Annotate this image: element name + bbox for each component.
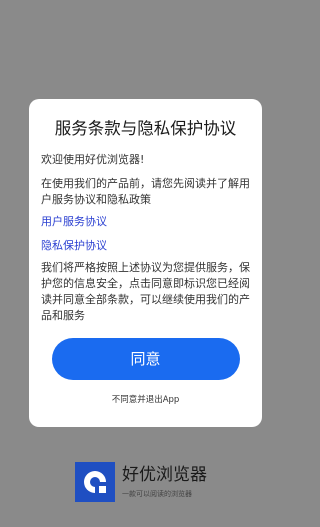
decline-exit-link[interactable]: 不同意并退出App <box>41 394 250 406</box>
app-name: 好优浏览器 <box>122 465 207 485</box>
promise-text: 我们将严格按照上述协议为您提供服务，保护您的信息安全，点击同意即标识您已经阅读并… <box>41 261 250 322</box>
privacy-policy-link[interactable]: 隐私保护协议 <box>41 238 250 254</box>
dialog-title: 服务条款与隐私保护协议 <box>54 119 237 138</box>
intro-text: 在使用我们的产品前，请您先阅读并了解用户服务协议和隐私政策 <box>41 177 250 206</box>
user-agreement-link[interactable]: 用户服务协议 <box>41 214 250 230</box>
app-slogan: 一款可以阅读的浏览器 <box>122 490 192 498</box>
welcome-text: 欢迎使用好优浏览器! <box>41 153 145 166</box>
terms-dialog: 服务条款与隐私保护协议 欢迎使用好优浏览器! 在使用我们的产品前，请您先阅读并了… <box>29 99 262 427</box>
splash-brand: 好优浏览器 一款可以阅读的浏览器 <box>75 462 245 506</box>
browser-logo-icon <box>75 462 115 502</box>
agree-button[interactable]: 同意 <box>51 338 240 380</box>
